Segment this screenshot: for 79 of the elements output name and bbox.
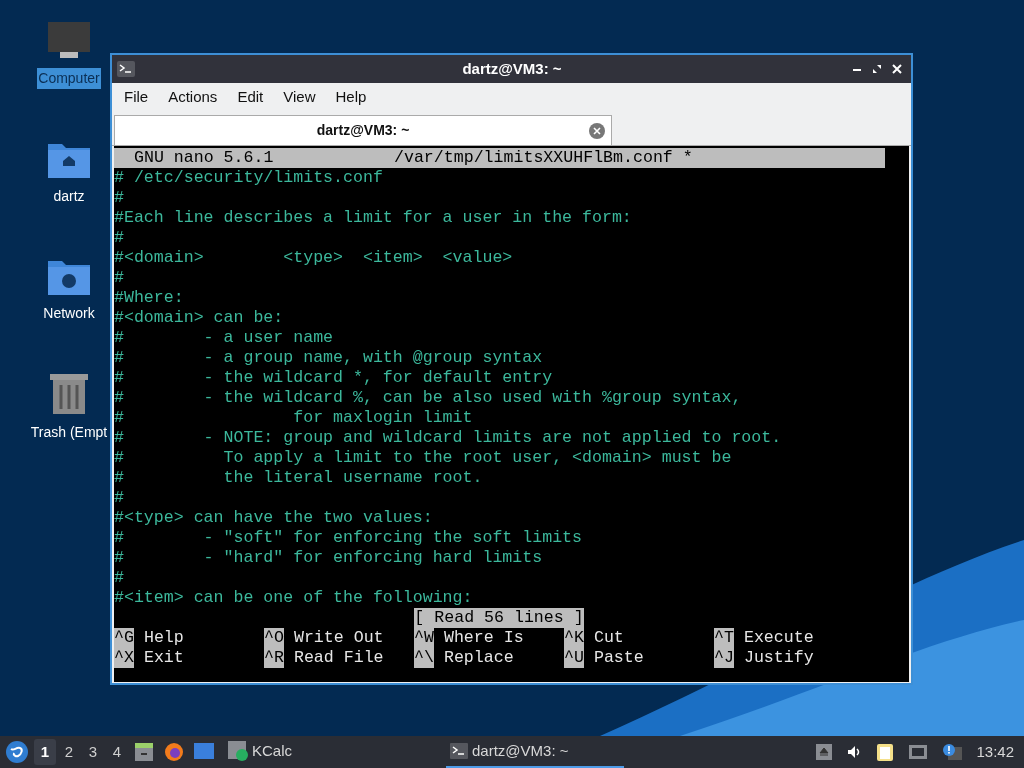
text-line: #<type> can have the two values:	[114, 508, 433, 527]
shortcut-label: Write Out	[293, 628, 384, 648]
terminal-icon	[117, 61, 135, 77]
text-line: #<domain> can be:	[114, 308, 284, 327]
window-icon[interactable]	[194, 743, 214, 761]
workspace-button[interactable]: 2	[58, 739, 80, 765]
shortcut-key: ^K	[564, 628, 584, 648]
clipboard-icon[interactable]	[876, 742, 895, 762]
shortcut-key: ^T	[714, 628, 734, 648]
text-line: # To apply a limit to the root user, <domain> must be	[114, 448, 732, 467]
menu-item[interactable]: Edit	[235, 86, 266, 109]
shortcut-label: Replace	[443, 648, 514, 668]
shortcut-key: ^W	[414, 628, 434, 648]
text-line: #Each line describes a limit for a user in the form:	[114, 208, 632, 227]
text-line: # /etc/security/limits.conf	[114, 168, 383, 187]
browser-icon[interactable]	[164, 742, 184, 762]
eject-icon[interactable]	[816, 744, 833, 760]
shortcut-label: Help	[143, 628, 184, 648]
terminal-tab[interactable]: dartz@VM3: ~	[114, 115, 612, 145]
workspace-button[interactable]: 4	[106, 739, 128, 765]
menu-item[interactable]: File	[122, 86, 151, 109]
clock: 13:42	[976, 741, 1014, 762]
text-line: # - the wildcard *, for default entry	[114, 368, 553, 387]
shortcut-label: Read File	[293, 648, 384, 668]
text-line: # the literal username root.	[114, 468, 483, 487]
menu-item[interactable]: View	[281, 86, 318, 109]
monitor-icon	[48, 22, 90, 60]
shortcut-key: ^G	[114, 628, 134, 648]
maximize-icon[interactable]	[872, 64, 882, 74]
shortcut-key: ^\	[414, 648, 434, 668]
text-line: # - "hard" for enforcing hard limits	[114, 548, 543, 567]
shortcut-label: Execute	[743, 628, 814, 648]
text-line: # for maxlogin limit	[114, 408, 473, 427]
text-line: # - "soft" for enforcing the soft limits	[114, 528, 583, 547]
start-menu-icon[interactable]	[6, 741, 28, 763]
shortcut-label: Paste	[593, 648, 644, 668]
text-line: #	[114, 228, 124, 247]
menu-item[interactable]: Help	[333, 86, 369, 109]
trash-icon	[50, 372, 88, 414]
window-title: dartz@VM3: ~	[461, 58, 563, 79]
text-line: #	[114, 188, 124, 207]
text-line: #<domain> <type> <item> <value>	[114, 248, 513, 267]
notification-icon[interactable]	[942, 743, 963, 761]
shortcut-label: Where Is	[443, 628, 524, 648]
shortcut-key: ^O	[264, 628, 284, 648]
text-line: # - a group name, with @group syntax	[114, 348, 543, 367]
shortcut-key: ^R	[264, 648, 284, 668]
text-line: #<item> can be one of the following:	[114, 588, 473, 607]
text-line: #Where:	[114, 288, 184, 307]
file-name: /var/tmp/limitsXXUHFlBm.conf *	[394, 148, 693, 168]
network-icon[interactable]	[908, 744, 929, 760]
text-line: # - NOTE: group and wildcard limits are not applied to root.	[114, 428, 782, 447]
shortcut-label: Exit	[143, 648, 184, 668]
icon-label[interactable]: Computer	[37, 68, 101, 89]
shortcut-label: Cut	[593, 628, 624, 648]
taskbar-task[interactable]: KCalc	[224, 736, 296, 768]
close-tab-icon[interactable]	[589, 122, 605, 139]
icon-label[interactable]: dartz	[52, 186, 86, 207]
icon-label[interactable]: Network	[42, 303, 96, 324]
program-name: GNU nano 5.6.1	[134, 148, 275, 168]
shortcut-label: Justify	[743, 648, 814, 668]
shortcut-key: ^X	[114, 648, 134, 668]
text-line: # - a user name	[114, 328, 334, 347]
icon-label[interactable]: Trash (Empt	[29, 422, 109, 443]
shortcut-key: ^J	[714, 648, 734, 668]
shortcut-key: ^U	[564, 648, 584, 668]
text-line: #	[114, 488, 124, 507]
terminal-icon	[450, 743, 468, 759]
workspace-button[interactable]: 3	[82, 739, 104, 765]
menu-item[interactable]: Actions	[166, 86, 220, 109]
text-line: #	[114, 568, 124, 587]
status-message: [ Read 56 lines ]	[414, 608, 584, 628]
taskbar-task[interactable]: dartz@VM3: ~	[446, 736, 624, 768]
text-line: # - the wildcard %, can be also used with %group syntax,	[114, 388, 742, 407]
file-cabinet-icon[interactable]	[134, 742, 154, 762]
workspace-button[interactable]: 1	[34, 739, 56, 765]
text-line: #	[114, 268, 124, 287]
calculator-icon	[228, 741, 248, 761]
close-icon[interactable]	[892, 64, 902, 74]
